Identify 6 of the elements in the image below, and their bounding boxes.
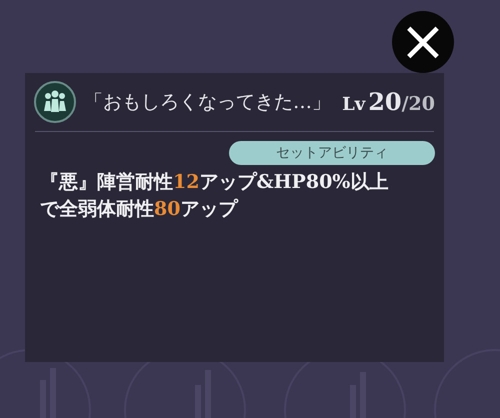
- set-ability-badge: セットアビリティ: [229, 141, 435, 165]
- ability-description: 『悪』陣営耐性12アップ&HP80%以上 で全弱体耐性80アップ: [40, 170, 390, 222]
- ability-name: 「おもしろくなってきた…」: [84, 90, 331, 115]
- figures-icon: [34, 81, 76, 123]
- level-text: Lv20/20: [342, 86, 435, 118]
- close-button[interactable]: ×: [392, 11, 454, 73]
